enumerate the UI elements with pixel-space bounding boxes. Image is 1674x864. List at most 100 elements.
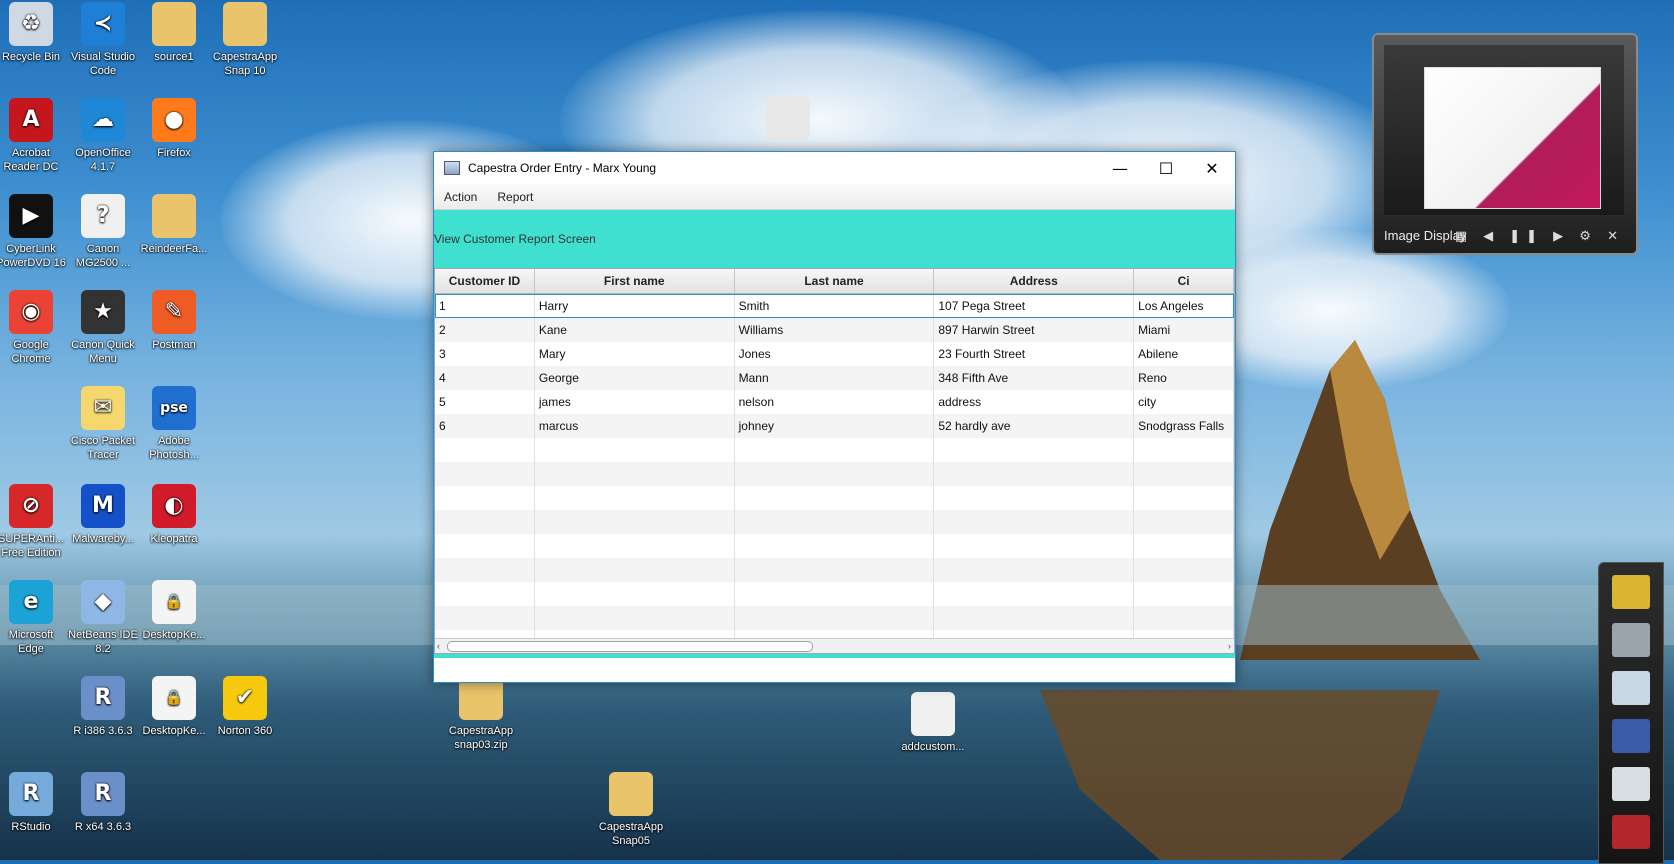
title-bar[interactable]: Capestra Order Entry - Marx Young — ☐ ✕	[434, 152, 1235, 184]
desktop-icon[interactable]: ☁ OpenOffice 4.1.7	[67, 98, 139, 174]
icon-glyph: ≺	[93, 11, 113, 36]
superantispyware-icon: ⊘	[9, 484, 53, 528]
table-cell: Jones	[735, 342, 935, 366]
desktop-icon[interactable]: pse Adobe Photosh...	[138, 386, 210, 462]
scrollbar-thumb[interactable]	[447, 641, 813, 652]
table-cell: Kane	[535, 318, 735, 342]
customer-table[interactable]: Customer ID First name Last name Address…	[434, 268, 1235, 654]
icon-glyph: ✎	[164, 299, 184, 324]
empty-table-cell	[735, 582, 935, 606]
column-header-city[interactable]: Ci	[1134, 269, 1234, 293]
desktop-icon[interactable]: ✎ Postman	[138, 290, 210, 352]
desktop-icon[interactable]: ◉ Google Chrome	[0, 290, 67, 366]
desktop-icon[interactable]: ReindeerFa...	[138, 194, 210, 256]
desktop-icon-label: CyberLink PowerDVD 16	[0, 243, 66, 269]
desktop-icon[interactable]: R R i386 3.6.3	[67, 676, 139, 738]
view-customer-report-link[interactable]: View Customer Report Screen	[434, 232, 596, 246]
desktop-icon[interactable]: ✉ Cisco Packet Tracer	[67, 386, 139, 462]
horizontal-scrollbar[interactable]: ‹ ›	[435, 638, 1234, 653]
minimize-button[interactable]: —	[1097, 152, 1143, 184]
table-row[interactable]: 6 marcus johney 52 hardly ave Snodgrass Fall…	[435, 414, 1234, 438]
desktop-icon[interactable]: 🔒 DesktopKe...	[138, 676, 210, 738]
table-cell: city	[1134, 390, 1234, 414]
table-row[interactable]: 1 Harry Smith 107 Pega Street Los Angeles	[435, 294, 1234, 318]
edge-icon: e	[9, 580, 53, 624]
scroll-left-icon[interactable]: ‹	[437, 639, 440, 653]
empty-table-cell	[934, 606, 1135, 630]
table-cell: marcus	[535, 414, 735, 438]
icon-glyph: ?	[96, 203, 110, 228]
desktop-icon[interactable]	[752, 96, 824, 144]
column-header-last-name[interactable]: Last name	[735, 269, 935, 293]
photo-layout-icon[interactable]	[1612, 671, 1650, 705]
photo-collage-icon[interactable]	[1612, 767, 1650, 801]
desktop-icon[interactable]: e Microsoft Edge	[0, 580, 67, 656]
gadget-controls[interactable]: ▦ ◀ ❚❚ ▶ ⚙ ✕	[1455, 229, 1624, 244]
table-row[interactable]: 5 james nelson address city	[435, 390, 1234, 414]
printer-tool-icon[interactable]	[1612, 623, 1650, 657]
empty-table-cell	[934, 510, 1135, 534]
maximize-button[interactable]: ☐	[1143, 152, 1189, 184]
creative-park-icon[interactable]	[1612, 575, 1650, 609]
desktop-icon[interactable]: ★ Canon Quick Menu	[67, 290, 139, 366]
desktop-icon[interactable]: ◐ Kleopatra	[138, 484, 210, 546]
acrobat-icon: A	[9, 98, 53, 142]
desktop-icon[interactable]: source1	[138, 2, 210, 64]
desktop-icon-label: R x64 3.6.3	[74, 821, 132, 833]
empty-table-cell	[934, 582, 1135, 606]
column-header-customer-id[interactable]: Customer ID	[435, 269, 535, 293]
desktop-icon-label: Postman	[152, 339, 196, 351]
desktop-icon[interactable]: CapestraApp Snap 10	[209, 2, 281, 78]
photo-print-icon[interactable]	[1612, 719, 1650, 753]
folder-icon	[766, 96, 810, 140]
scroll-right-icon[interactable]: ›	[1228, 639, 1231, 653]
red-tool-icon[interactable]	[1612, 815, 1650, 849]
desktop-icon[interactable]: ? Canon MG2500 ...	[67, 194, 139, 270]
empty-table-row	[435, 462, 1234, 486]
desktop-icon[interactable]: R R x64 3.6.3	[67, 772, 139, 834]
canon-quick-menu-icon: ★	[81, 290, 125, 334]
desktop-icon[interactable]: ⊘ SUPERAnti... Free Edition	[0, 484, 67, 560]
desktop-icon[interactable]: ♻ Recycle Bin	[0, 2, 67, 64]
table-row[interactable]: 4 George Mann 348 Fifth Ave Reno	[435, 366, 1234, 390]
empty-table-cell	[735, 510, 935, 534]
desktop-icon[interactable]: CapestraApp Snap05	[595, 772, 667, 848]
table-cell: Miami	[1134, 318, 1234, 342]
desktop-icon[interactable]: CapestraApp snap03.zip	[445, 676, 517, 752]
desktop-icon[interactable]: 🔒 DesktopKe...	[138, 580, 210, 642]
table-row[interactable]: 2 Kane Williams 897 Harwin Street Miami	[435, 318, 1234, 342]
desktop-icon-label: Kleopatra	[150, 533, 198, 545]
desktop-icon-label: DesktopKe...	[142, 725, 206, 737]
menu-action[interactable]: Action	[434, 190, 487, 204]
desktop-icon[interactable]: ● Firefox	[138, 98, 210, 160]
table-cell: 1	[435, 294, 535, 318]
table-cell: 897 Harwin Street	[934, 318, 1135, 342]
close-button[interactable]: ✕	[1189, 152, 1235, 184]
empty-table-row	[435, 606, 1234, 630]
desktop-icon[interactable]: ≺ Visual Studio Code	[67, 2, 139, 78]
table-cell: George	[535, 366, 735, 390]
slideshow-photo	[1424, 67, 1601, 209]
desktop-icon[interactable]: ◆ NetBeans IDE 8.2	[67, 580, 139, 656]
menu-report[interactable]: Report	[487, 190, 543, 204]
desktop-icon[interactable]: A Acrobat Reader DC	[0, 98, 67, 174]
desktop-icon[interactable]: ▶ CyberLink PowerDVD 16	[0, 194, 67, 270]
empty-table-cell	[735, 534, 935, 558]
icon-glyph	[152, 194, 196, 238]
table-cell: 3	[435, 342, 535, 366]
empty-table-cell	[735, 438, 935, 462]
desktop-icon[interactable]: addcustom...	[897, 692, 969, 754]
capestra-window[interactable]: Capestra Order Entry - Marx Young — ☐ ✕ …	[433, 151, 1236, 683]
column-header-first-name[interactable]: First name	[535, 269, 735, 293]
empty-table-cell	[735, 462, 935, 486]
table-row[interactable]: 3 Mary Jones 23 Fourth Street Abilene	[435, 342, 1234, 366]
column-header-address[interactable]: Address	[934, 269, 1135, 293]
desktop-icon[interactable]: M Malwareby...	[67, 484, 139, 546]
desktop-icon[interactable]: ✔ Norton 360	[209, 676, 281, 738]
icon-glyph: ⊘	[21, 493, 41, 518]
icon-glyph: ♻	[21, 11, 41, 36]
table-cell: Mann	[735, 366, 935, 390]
empty-table-cell	[934, 558, 1135, 582]
desktop-icon[interactable]: R RStudio	[0, 772, 67, 834]
image-display-gadget[interactable]: Image Display ▦ ◀ ❚❚ ▶ ⚙ ✕	[1372, 33, 1638, 255]
